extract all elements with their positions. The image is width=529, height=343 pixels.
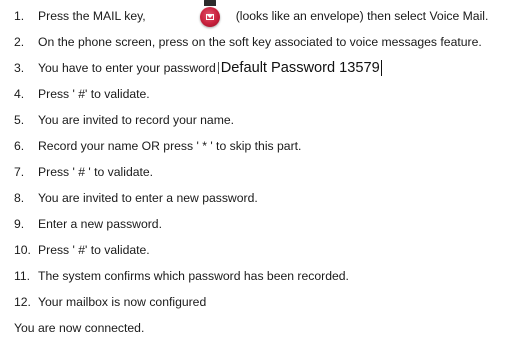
step-text: The system confirms which password has b…: [38, 269, 349, 283]
step-text: Record your name OR press ' * ' to skip …: [38, 139, 302, 153]
step-text: Press ' #' to validate.: [38, 243, 150, 257]
step-text: Press ' # ' to validate.: [38, 165, 154, 179]
mail-key-icon: [199, 0, 220, 27]
step-10: 10. Press ' #' to validate.: [0, 240, 150, 260]
step-number: 12.: [14, 295, 31, 309]
step-number: 10.: [14, 243, 31, 257]
step-text-after-icon: (looks like an envelope) then select Voi…: [235, 9, 489, 23]
connected-message: You are now connected.: [14, 321, 145, 335]
instructions-document: 1. Press the MAIL key, (looks like an en…: [0, 0, 529, 343]
step-number: 8.: [14, 191, 25, 205]
step-number: 3.: [14, 61, 25, 75]
step-5: 5. You are invited to record your name.: [0, 110, 234, 130]
step-number: 1.: [14, 9, 25, 23]
step-number: 11.: [14, 269, 31, 283]
step-number: 7.: [14, 165, 25, 179]
step-8: 8. You are invited to enter a new passwo…: [0, 188, 258, 208]
step-3: 3. You have to enter your password Defau…: [0, 58, 382, 78]
step-text: Enter a new password.: [38, 217, 162, 231]
step-4: 4. Press ' #' to validate.: [0, 84, 150, 104]
step-text: You are invited to record your name.: [38, 113, 235, 127]
step-text: On the phone screen, press on the soft k…: [38, 35, 482, 49]
step-6: 6. Record your name OR press ' * ' to sk…: [0, 136, 301, 156]
step-7: 7. Press ' # ' to validate.: [0, 162, 153, 182]
step-text: Press ' #' to validate.: [38, 87, 150, 101]
step-number: 2.: [14, 35, 25, 49]
step-12: 12. Your mailbox is now configured: [0, 292, 206, 312]
step-number: 6.: [14, 139, 25, 153]
step-number: 5.: [14, 113, 25, 127]
step-1: 1. Press the MAIL key, (looks like an en…: [0, 0, 489, 27]
step-number: 4.: [14, 87, 25, 101]
step-11: 11. The system confirms which password h…: [0, 266, 349, 286]
step-text: Press the MAIL key,: [38, 9, 146, 23]
text-separator: [217, 62, 219, 74]
step-text: You are invited to enter a new password.: [38, 191, 258, 205]
step-9: 9. Enter a new password.: [0, 214, 162, 234]
text-caret: [380, 60, 382, 76]
step-text: You have to enter your password: [38, 61, 216, 75]
step-text: Your mailbox is now configured: [38, 295, 207, 309]
default-password-note: Default Password 13579: [220, 60, 380, 76]
step-2: 2. On the phone screen, press on the sof…: [0, 32, 482, 52]
step-number: 9.: [14, 217, 25, 231]
